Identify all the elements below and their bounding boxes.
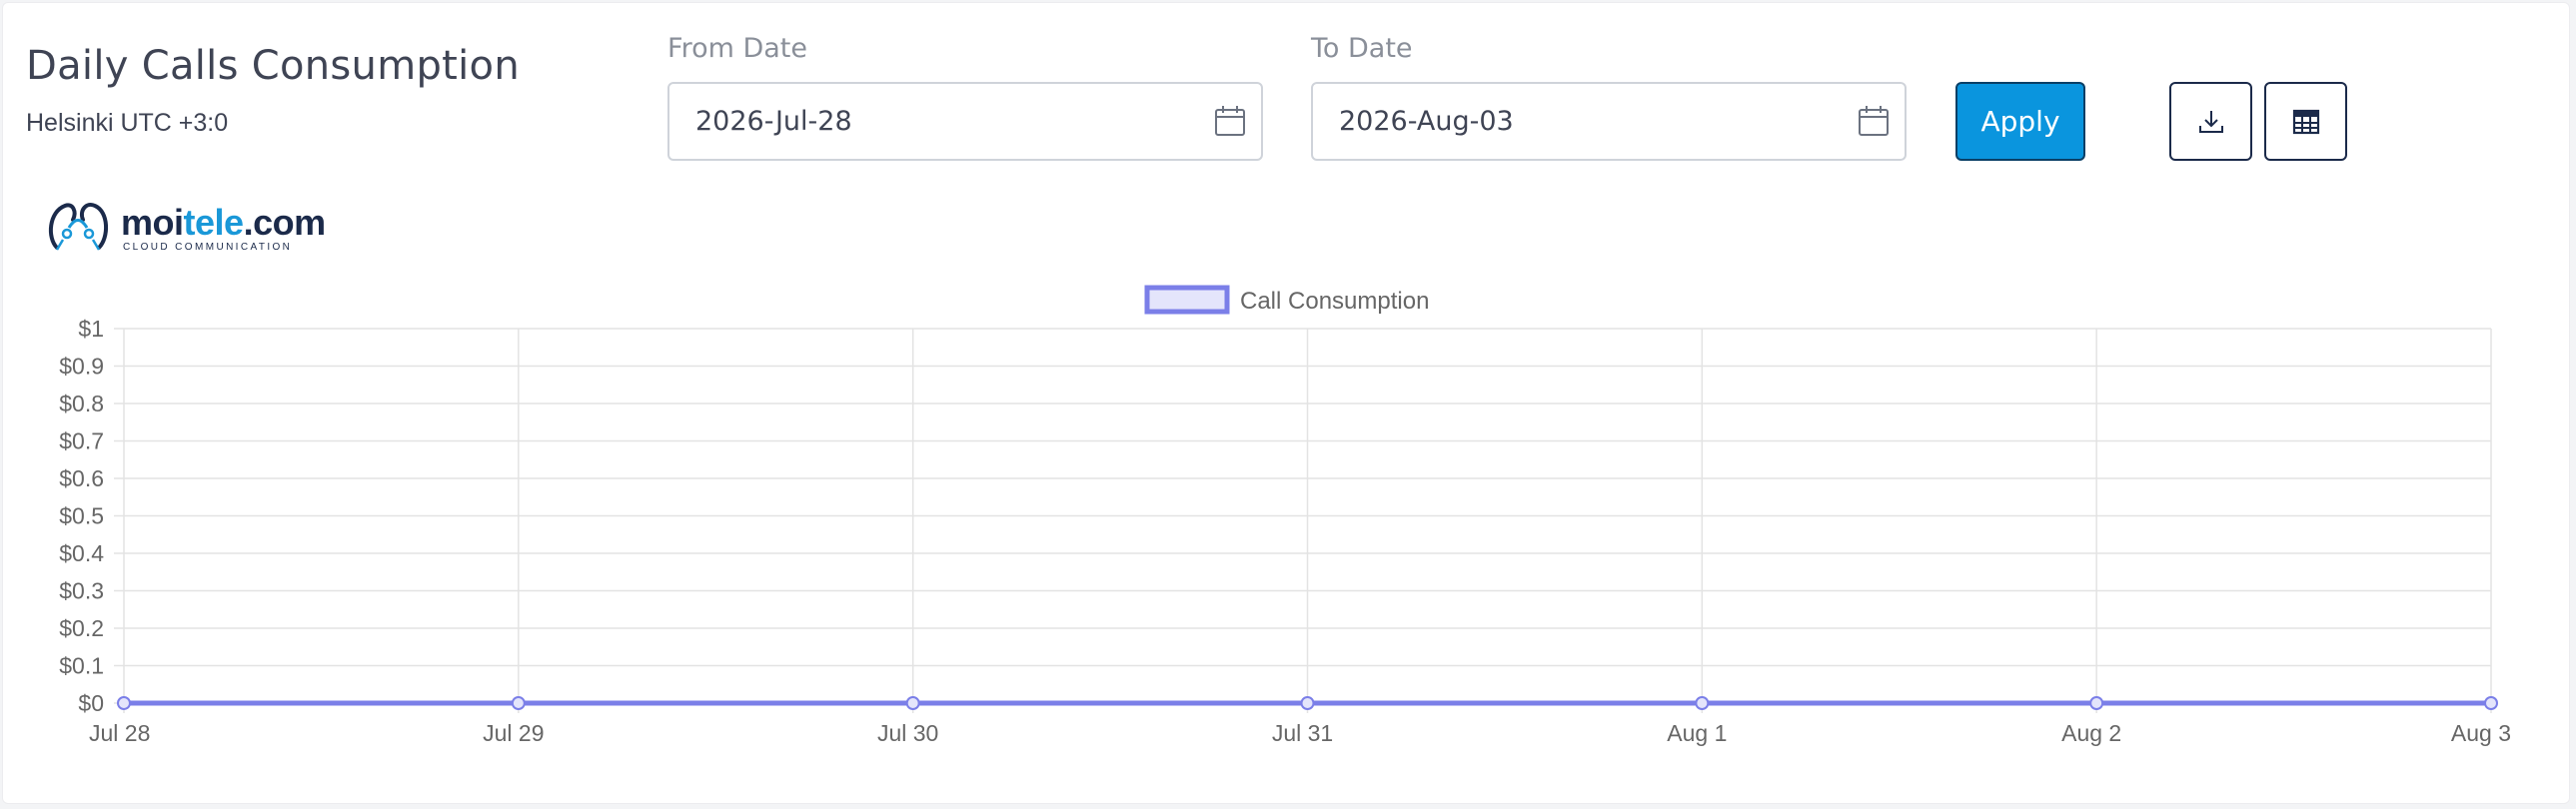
logo-mark-icon <box>48 203 108 251</box>
data-point <box>2089 696 2104 710</box>
from-date-input[interactable] <box>695 84 1175 159</box>
table-icon <box>2292 109 2319 134</box>
y-tick-label: $0.5 <box>59 503 104 529</box>
x-tick-label: Jul 31 <box>1272 720 1333 746</box>
y-tick-label: $0.4 <box>59 540 104 566</box>
calendar-icon[interactable] <box>1857 104 1891 138</box>
data-point <box>905 696 920 710</box>
x-tick-label: Aug 3 <box>2451 720 2511 746</box>
report-card: Daily Calls Consumption Helsinki UTC +3:… <box>2 2 2570 804</box>
calendar-icon[interactable] <box>1213 104 1247 138</box>
from-date-field[interactable] <box>667 82 1263 161</box>
x-tick-label: Jul 29 <box>483 720 544 746</box>
y-tick-label: $0.7 <box>59 428 104 454</box>
data-point <box>2484 696 2498 710</box>
logo-tagline: CLOUD COMMUNICATION <box>123 242 293 253</box>
table-view-button[interactable] <box>2264 82 2347 161</box>
y-tick-label: $0.8 <box>59 391 104 416</box>
page-title: Daily Calls Consumption <box>26 43 520 89</box>
to-date-input[interactable] <box>1339 84 1819 159</box>
x-tick-label: Aug 1 <box>1667 720 1727 746</box>
logo-wordmark: moitele.com <box>121 202 326 243</box>
y-tick-label: $0 <box>78 690 104 716</box>
download-button[interactable] <box>2169 82 2252 161</box>
y-tick-label: $0.1 <box>59 653 104 679</box>
apply-button[interactable]: Apply <box>1955 82 2085 161</box>
from-date-label: From Date <box>667 33 808 64</box>
x-tick-label: Jul 28 <box>89 720 150 746</box>
data-point <box>511 696 526 710</box>
download-icon <box>2198 110 2223 133</box>
data-point <box>1695 696 1710 710</box>
to-date-label: To Date <box>1311 33 1413 64</box>
to-date-field[interactable] <box>1311 82 1907 161</box>
y-tick-label: $0.6 <box>59 465 104 491</box>
legend-swatch <box>1144 285 1230 315</box>
timezone-label: Helsinki UTC +3:0 <box>26 109 229 137</box>
call-consumption-chart: $0 $0.1 $0.2 $0.3 $0.4 $0.5 $0.6 $0.7 $0.8 $0.9 $1… <box>59 285 2511 746</box>
legend-label: Call Consumption <box>1240 288 1429 315</box>
x-tick-label: Aug 2 <box>2061 720 2121 746</box>
y-tick-label: $1 <box>78 316 104 342</box>
company-logo: moitele.com CLOUD COMMUNICATION <box>43 198 326 258</box>
data-point <box>117 696 131 710</box>
x-tick-label: Jul 30 <box>877 720 938 746</box>
y-tick-label: $0.9 <box>59 354 104 380</box>
data-point <box>1300 696 1315 710</box>
y-tick-label: $0.2 <box>59 615 104 641</box>
y-tick-label: $0.3 <box>59 578 104 604</box>
